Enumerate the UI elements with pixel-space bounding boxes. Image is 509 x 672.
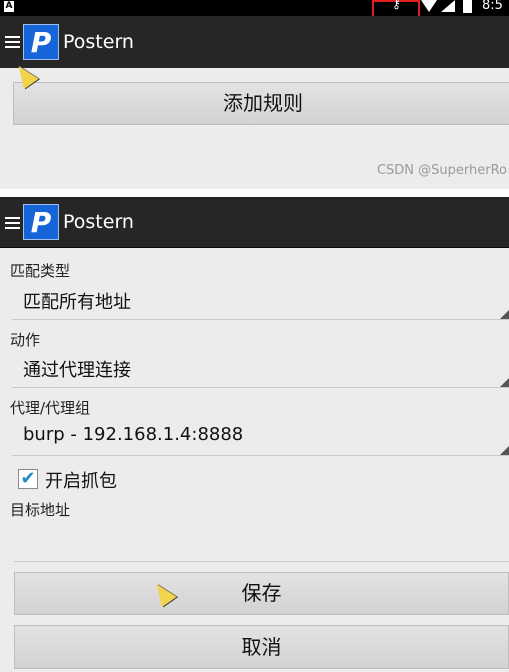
proxy-value: burp - 192.168.1.4:8888 (23, 424, 244, 445)
notification-a-icon: A (4, 1, 14, 12)
match-type-label: 匹配类型 (10, 262, 71, 280)
top-action-bar: P Postern (0, 16, 509, 68)
action-value: 通过代理连接 (23, 360, 131, 381)
capture-checkbox[interactable]: ✔ (18, 469, 38, 489)
match-type-value: 匹配所有地址 (23, 292, 131, 313)
app-title: Postern (63, 31, 134, 53)
dropdown-arrow-icon (500, 446, 509, 455)
match-type-dropdown[interactable]: 匹配所有地址 (12, 282, 509, 320)
postern-logo[interactable]: P (23, 204, 59, 240)
screenshot-divider (0, 189, 509, 197)
key-icon: ⚷ (392, 0, 401, 11)
add-rule-button[interactable]: 添加规则 (13, 82, 509, 125)
action-label: 动作 (10, 331, 41, 349)
signal-icon (441, 0, 455, 12)
status-bar: A ⚷ 8:5 (0, 0, 509, 24)
postern-logo[interactable]: P (23, 24, 59, 60)
target-address-input[interactable] (14, 526, 509, 562)
menu-icon[interactable] (5, 217, 20, 229)
rule-editor-form: 匹配类型 匹配所有地址 动作 通过代理连接 代理/代理组 burp - 192.… (0, 248, 509, 672)
capture-label: 开启抓包 (45, 471, 117, 492)
status-time: 8:5 (482, 0, 503, 13)
wifi-icon (421, 0, 437, 12)
save-button[interactable]: 保存 (14, 572, 509, 615)
target-address-label: 目标地址 (10, 501, 71, 519)
battery-icon (463, 0, 472, 13)
proxy-dropdown[interactable]: burp - 192.168.1.4:8888 (12, 418, 509, 456)
app-title: Postern (63, 211, 134, 233)
dropdown-arrow-icon (500, 310, 509, 319)
dropdown-arrow-icon (500, 378, 509, 387)
proxy-label: 代理/代理组 (10, 399, 91, 417)
rules-list-screen: 添加规则 CSDN @SuperherRo (0, 68, 509, 189)
menu-icon[interactable] (5, 36, 20, 48)
action-dropdown[interactable]: 通过代理连接 (12, 350, 509, 388)
editor-action-bar: P Postern (0, 197, 509, 248)
watermark: CSDN @SuperherRo (376, 163, 507, 178)
cancel-button[interactable]: 取消 (14, 625, 509, 669)
